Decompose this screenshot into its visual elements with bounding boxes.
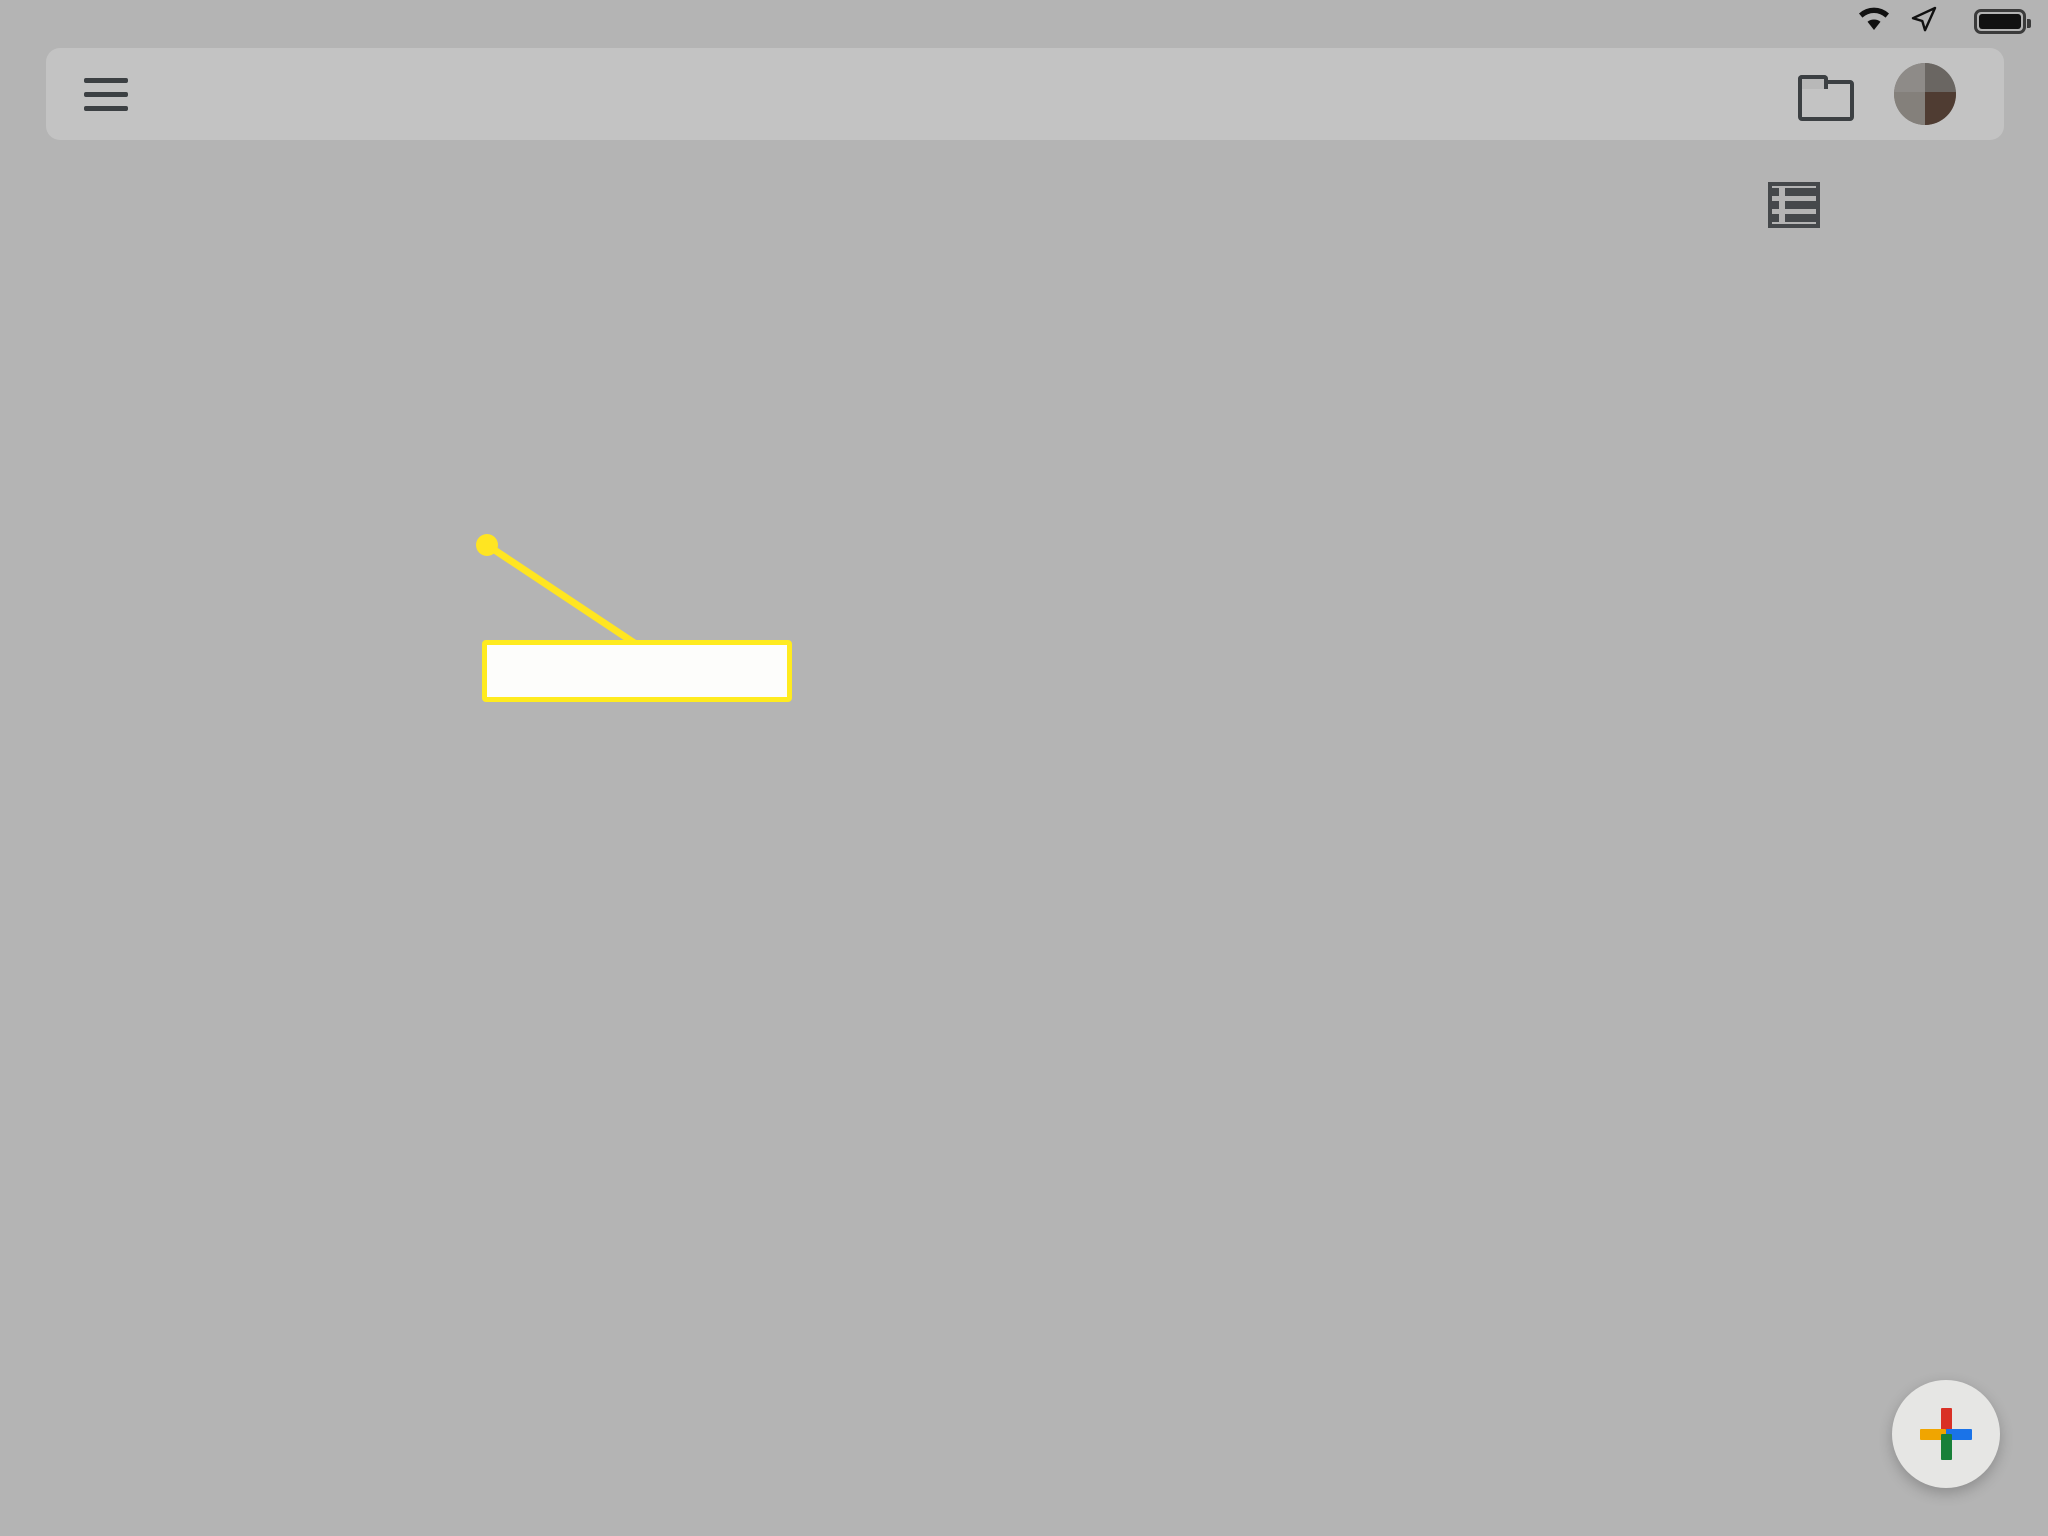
ios-status-bar: [0, 0, 2048, 42]
hamburger-menu-icon[interactable]: [84, 77, 128, 111]
folder-icon[interactable]: [1798, 75, 1854, 121]
battery-full-icon: [1974, 8, 2031, 34]
docs-home-screen: [0, 0, 2048, 1536]
annotation-callout: [482, 640, 792, 702]
avatar[interactable]: [1894, 63, 1956, 125]
create-new-document-button[interactable]: [1892, 1380, 2000, 1488]
plus-icon: [1918, 1406, 1974, 1462]
location-arrow-icon: [1910, 5, 1938, 38]
sort-row: [0, 175, 2048, 235]
list-view-icon[interactable]: [1768, 182, 1820, 228]
wifi-icon: [1856, 5, 1892, 37]
search-bar[interactable]: [46, 48, 2004, 140]
